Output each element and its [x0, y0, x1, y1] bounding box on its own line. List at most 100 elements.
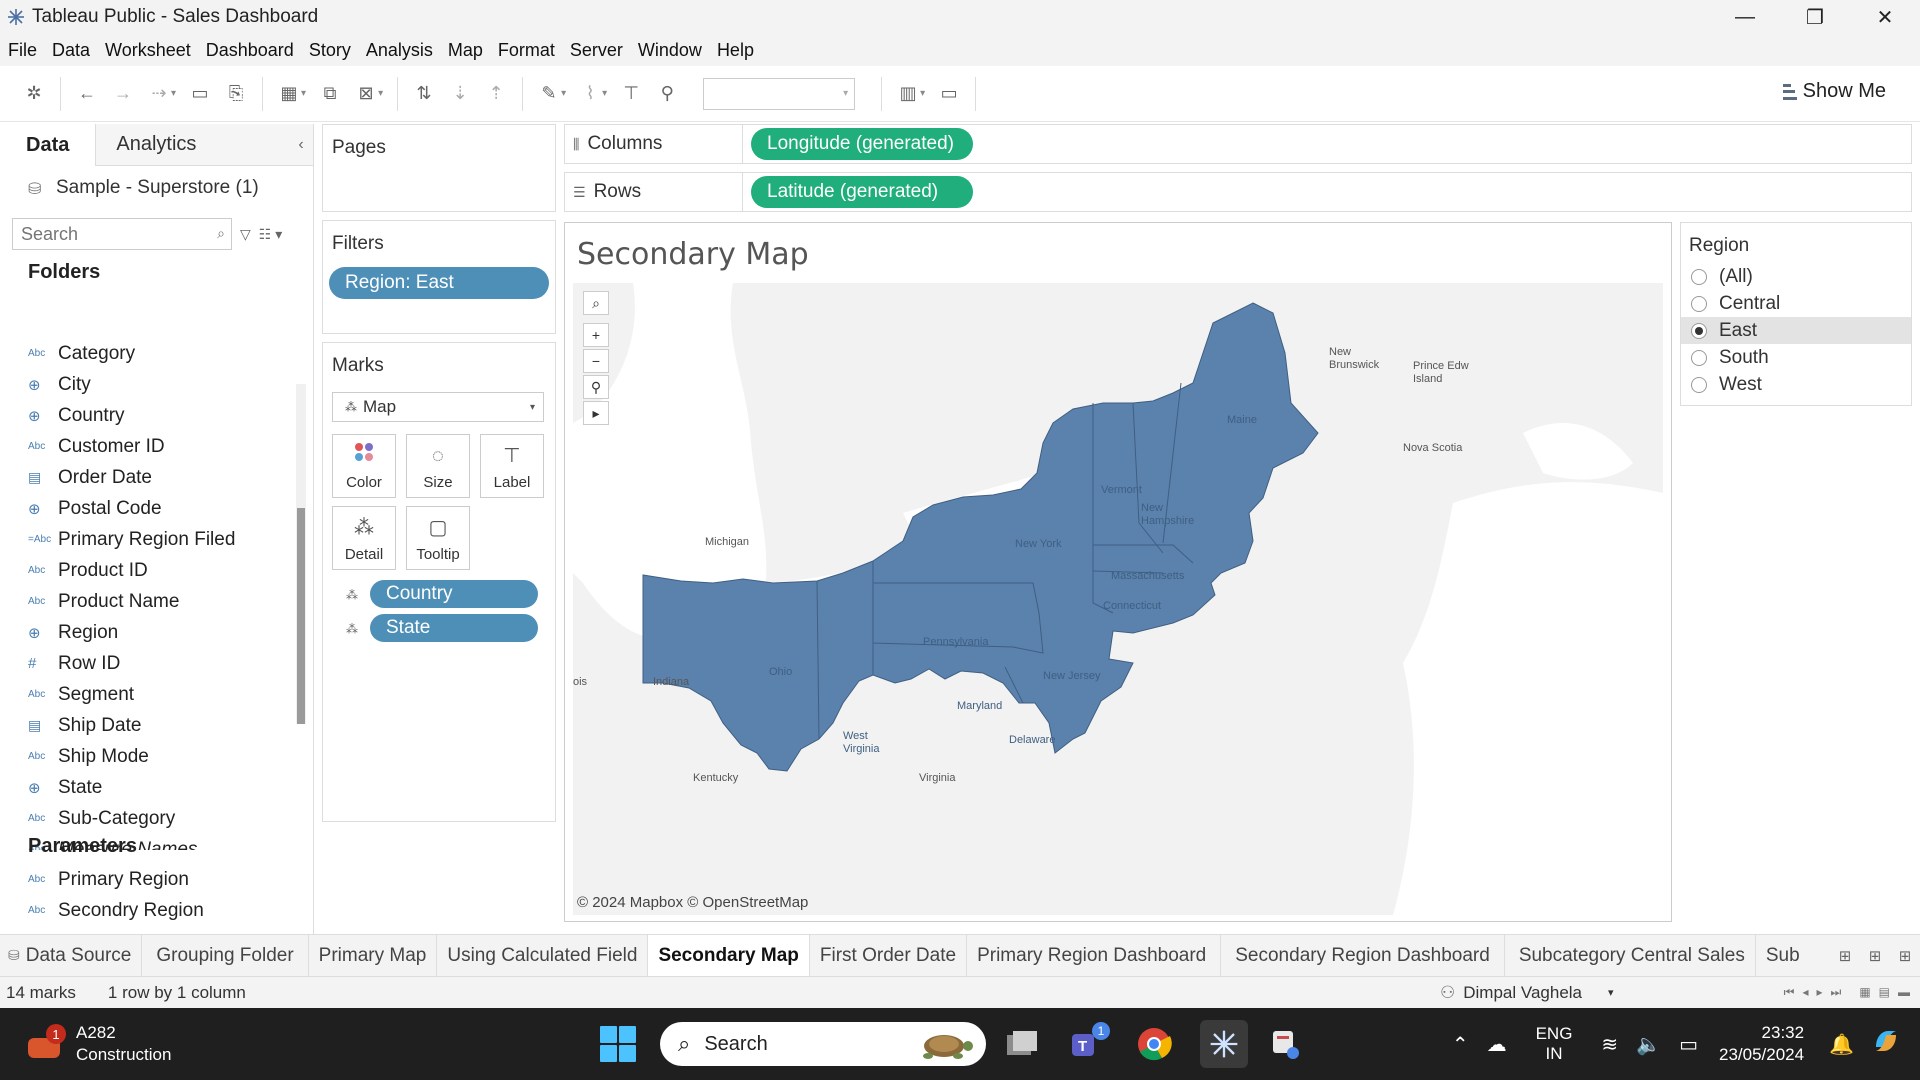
tab-analytics[interactable]: Analytics [96, 124, 289, 166]
highlight-dropdown-icon[interactable]: ▾ [561, 88, 566, 99]
teams-icon[interactable]: T 1 [1068, 1022, 1110, 1064]
menu-help[interactable]: Help [717, 40, 754, 61]
region-option-central[interactable]: Central [1681, 290, 1911, 317]
tab-using-calculated-field[interactable]: Using Calculated Field [437, 935, 649, 976]
tab-sub[interactable]: Sub [1756, 935, 1810, 976]
field-product-name[interactable]: Abc Product Name [0, 586, 290, 617]
rows-pill-latitude[interactable]: Latitude (generated) [751, 176, 973, 208]
tooltip-button[interactable]: ▢ Tooltip [406, 506, 470, 570]
tab-subcategory-central-sales[interactable]: Subcategory Central Sales [1505, 935, 1756, 976]
chevron-up-icon[interactable]: ⌃ [1452, 1032, 1469, 1057]
menu-worksheet[interactable]: Worksheet [105, 40, 191, 61]
field-row-id[interactable]: # Row ID [0, 648, 290, 679]
chrome-icon[interactable] [1134, 1024, 1174, 1064]
pages-card[interactable]: Pages [322, 124, 556, 212]
field-region[interactable]: ⊕ Region [0, 617, 290, 648]
clear-sheet-dropdown-icon[interactable]: ▾ [378, 88, 383, 99]
tab-data[interactable]: Data [0, 124, 97, 166]
tableau-home-icon[interactable]: ✲ [16, 76, 52, 112]
language-indicator[interactable]: ENG IN [1536, 1024, 1573, 1064]
menu-map[interactable]: Map [448, 40, 483, 61]
first-sheet-icon[interactable]: ⏮ [1784, 985, 1795, 1000]
tab-data-source[interactable]: ⛁ Data Source [0, 935, 143, 976]
color-button[interactable]: Color [332, 434, 396, 498]
field-ship-date[interactable]: ▤ Ship Date [0, 710, 290, 741]
field-product-id[interactable]: Abc Product ID [0, 555, 290, 586]
next-sheet-icon[interactable]: ▸ [1816, 985, 1822, 1000]
undo-icon[interactable]: ← [69, 76, 105, 112]
volume-icon[interactable]: 🔈 [1636, 1032, 1661, 1057]
field-ship-mode[interactable]: Abc Ship Mode [0, 741, 290, 772]
clock[interactable]: 23:32 23/05/2024 [1719, 1022, 1804, 1066]
swap-icon[interactable]: ⇅ [406, 76, 442, 112]
save-icon[interactable]: ▭ [182, 76, 218, 112]
last-sheet-icon[interactable]: ⏭ [1831, 985, 1842, 1000]
sheet-sorter-icon[interactable]: ▦ [1859, 985, 1870, 1000]
start-button[interactable] [600, 1026, 636, 1062]
new-dashboard-icon[interactable]: ⊞ [1860, 947, 1890, 965]
show-cards-dropdown-icon[interactable]: ▾ [920, 88, 925, 99]
region-option-west[interactable]: West [1681, 371, 1911, 398]
expand-toolbar-icon[interactable]: ▸ [583, 401, 609, 425]
field-city[interactable]: ⊕ City [0, 369, 290, 400]
map-search-icon[interactable]: ⌕ [583, 291, 609, 315]
region-option-east[interactable]: East [1681, 317, 1911, 344]
menu-format[interactable]: Format [498, 40, 555, 61]
presentation-mode-icon[interactable]: ▭ [931, 76, 967, 112]
tab-primary-region-dashboard[interactable]: Primary Region Dashboard [967, 935, 1222, 976]
view-options-icon[interactable]: ☷ ▾ [259, 226, 282, 243]
field-country[interactable]: ⊕ Country [0, 400, 290, 431]
taskbar-search[interactable]: ⌕ Search [660, 1022, 986, 1066]
tableau-taskbar-icon[interactable] [1200, 1020, 1248, 1068]
prev-sheet-icon[interactable]: ◂ [1802, 985, 1808, 1000]
detail-button[interactable]: ⁂ Detail [332, 506, 396, 570]
mark-type-dropdown[interactable]: ⁂ Map ▾ [332, 392, 544, 422]
map-attribution[interactable]: © 2024 Mapbox © OpenStreetMap [577, 894, 808, 911]
notification-bell-icon[interactable]: 🔔 [1829, 1032, 1854, 1057]
new-data-source-icon[interactable]: ⎘ [218, 76, 254, 112]
menu-analysis[interactable]: Analysis [366, 40, 433, 61]
field-category[interactable]: Abc Category [0, 338, 290, 369]
menu-story[interactable]: Story [309, 40, 351, 61]
scrollbar-thumb[interactable] [297, 508, 305, 724]
sort-ascending-icon[interactable]: ⇣ [442, 76, 478, 112]
sort-descending-icon[interactable]: ⇡ [478, 76, 514, 112]
redo-icon[interactable]: → [105, 76, 141, 112]
group-dropdown-icon[interactable]: ▾ [602, 88, 607, 99]
menu-dashboard[interactable]: Dashboard [206, 40, 294, 61]
field-order-date[interactable]: ▤ Order Date [0, 462, 290, 493]
region-option-south[interactable]: South [1681, 344, 1911, 371]
show-me-button[interactable]: Show Me [1782, 80, 1886, 103]
close-button[interactable]: ✕ [1850, 0, 1920, 34]
zoom-in-icon[interactable]: + [583, 323, 609, 347]
field-postal-code[interactable]: ⊕ Postal Code [0, 493, 290, 524]
size-button[interactable]: ◌ Size [406, 434, 470, 498]
pin-icon[interactable]: ⚲ [583, 375, 609, 399]
fit-dropdown[interactable]: ▾ [703, 77, 856, 110]
duplicate-sheet-icon[interactable]: ⧉ [312, 76, 348, 112]
weather-widget[interactable]: 1 A282 Construction [26, 1022, 171, 1066]
field-segment[interactable]: Abc Segment [0, 679, 290, 710]
filter-pill-region[interactable]: Region: East [329, 267, 549, 299]
marks-pill-state[interactable]: State [370, 614, 538, 642]
task-view-icon[interactable] [1002, 1024, 1042, 1064]
collapse-pane-icon[interactable]: ‹ [289, 124, 313, 165]
label-button[interactable]: ⊤ Label [480, 434, 544, 498]
tab-secondary-region-dashboard[interactable]: Secondary Region Dashboard [1221, 935, 1505, 976]
search-input[interactable] [13, 219, 231, 249]
tab-primary-map[interactable]: Primary Map [309, 935, 438, 976]
wifi-icon[interactable]: ≋ [1601, 1032, 1618, 1057]
field-primary-region-filed[interactable]: =Abc Primary Region Filed [0, 524, 290, 555]
columns-pill-longitude[interactable]: Longitude (generated) [751, 128, 973, 160]
columns-shelf[interactable]: ⫼ Columns Longitude (generated) [564, 124, 1912, 164]
snipping-tool-icon[interactable] [1266, 1024, 1306, 1064]
filter-icon[interactable]: ▽ [240, 226, 251, 243]
folders-scrollbar[interactable] [296, 384, 306, 724]
field-state[interactable]: ⊕ State [0, 772, 290, 803]
tab-grouping-folder[interactable]: Grouping Folder [142, 935, 309, 976]
zoom-out-icon[interactable]: − [583, 349, 609, 373]
rows-shelf[interactable]: ☰ Rows Latitude (generated) [564, 172, 1912, 212]
copilot-icon[interactable] [1872, 1027, 1900, 1061]
tab-first-order-date[interactable]: First Order Date [810, 935, 968, 976]
filmstrip-icon[interactable]: ▤ [1879, 985, 1890, 1000]
